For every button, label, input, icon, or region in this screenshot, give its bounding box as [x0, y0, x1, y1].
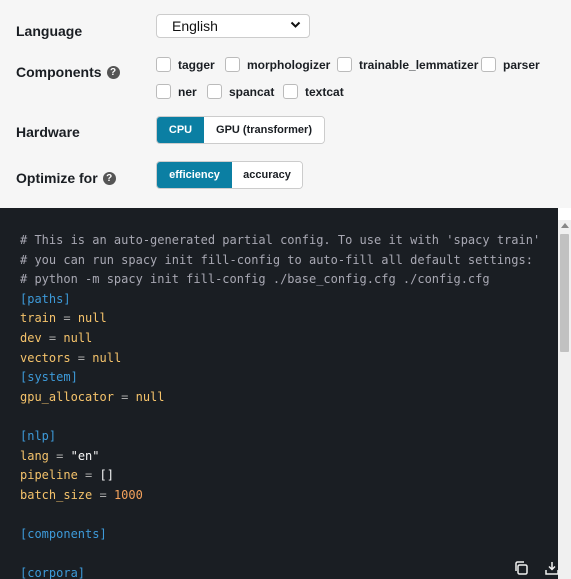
language-select[interactable]: English [156, 14, 310, 38]
component-checkbox-parser[interactable]: parser [481, 57, 540, 72]
help-icon[interactable]: ? [102, 171, 116, 185]
code-token-eq: = [70, 350, 93, 365]
checkbox-box[interactable] [283, 84, 298, 99]
language-label: Language [16, 23, 82, 39]
code-token-comment: # python -m spacy init fill-config ./bas… [20, 272, 490, 287]
components-label: Components ? [16, 64, 120, 80]
code-token-section: [nlp] [20, 428, 57, 443]
optimize-option-efficiency[interactable]: efficiency [157, 162, 232, 188]
code-line: dev = null [20, 329, 540, 349]
code-line: [components] [20, 525, 540, 545]
code-line: [corpora] [20, 564, 540, 579]
component-checkbox-morphologizer[interactable]: morphologizer [225, 57, 330, 72]
code-token-key: batch_size [20, 487, 93, 502]
checkbox-label: tagger [178, 57, 215, 72]
config-code-block: # This is an auto-generated partial conf… [0, 208, 571, 579]
download-icon[interactable] [544, 560, 560, 576]
code-line: # python -m spacy init fill-config ./bas… [20, 270, 540, 290]
hardware-toggle: CPU GPU (transformer) [156, 116, 325, 144]
hardware-option-gpu[interactable]: GPU (transformer) [204, 117, 324, 143]
hardware-label: Hardware [16, 124, 80, 140]
code-token-eq: = [48, 448, 71, 463]
checkbox-box[interactable] [337, 57, 352, 72]
code-token-section: [system] [20, 370, 78, 385]
code-line: # This is an auto-generated partial conf… [20, 231, 540, 251]
optimize-option-accuracy[interactable]: accuracy [232, 162, 302, 188]
chevron-down-icon [290, 18, 301, 35]
code-token-section: [corpora] [20, 566, 86, 579]
checkbox-box[interactable] [156, 57, 171, 72]
code-line: gpu_allocator = null [20, 388, 540, 408]
code-token-key: null [92, 350, 122, 365]
checkbox-label: ner [178, 84, 197, 99]
code-token-key: vectors [20, 350, 71, 365]
checkbox-box[interactable] [225, 57, 240, 72]
code-token-num: 1000 [113, 487, 143, 502]
quickstart-form: Language English Components ? tagger mor… [0, 0, 571, 208]
component-checkbox-spancat[interactable]: spancat [207, 84, 274, 99]
component-checkbox-tagger[interactable]: tagger [156, 57, 215, 72]
optimize-label: Optimize for ? [16, 170, 116, 186]
code-line: pipeline = [] [20, 466, 540, 486]
code-line: [nlp] [20, 427, 540, 447]
checkbox-label: spancat [229, 84, 275, 99]
components-label-text: Components [16, 64, 102, 80]
code-token-val: [] [99, 468, 114, 483]
scrollbar-thumb[interactable] [560, 234, 569, 352]
checkbox-box[interactable] [156, 84, 171, 99]
code-token-key: gpu_allocator [20, 389, 114, 404]
code-token-comment: # This is an auto-generated partial conf… [20, 233, 541, 247]
code-token-key: dev [20, 330, 42, 345]
component-checkbox-ner[interactable]: ner [156, 84, 197, 99]
copy-icon[interactable] [513, 560, 529, 576]
code-token-eq: = [56, 311, 78, 326]
code-token-eq: = [113, 389, 136, 404]
code-token-key: train [20, 311, 57, 326]
code-token-key: null [135, 389, 165, 404]
checkbox-box[interactable] [481, 57, 496, 72]
code-line: [paths] [20, 290, 540, 310]
code-token-key: pipeline [20, 468, 78, 483]
checkbox-label: morphologizer [247, 57, 331, 72]
code-token-eq: = [41, 330, 64, 345]
code-token-key: null [63, 330, 93, 345]
code-token-comment: # you can run spacy init fill-config to … [20, 252, 533, 267]
scrollbar-top [558, 208, 571, 220]
component-checkbox-textcat[interactable]: textcat [283, 84, 344, 99]
code-token-key: null [77, 311, 107, 326]
optimize-toggle: efficiency accuracy [156, 161, 303, 189]
code-token-eq: = [92, 487, 114, 502]
optimize-label-text: Optimize for [16, 170, 98, 186]
code-token-val: "en" [70, 448, 100, 463]
code-line: vectors = null [20, 349, 540, 369]
hardware-option-cpu[interactable]: CPU [157, 117, 204, 143]
code-line: [system] [20, 368, 540, 388]
config-code: # This is an auto-generated partial conf… [20, 231, 540, 579]
language-label-text: Language [16, 23, 83, 39]
checkbox-label: parser [503, 57, 540, 72]
scroll-up-arrow-icon[interactable] [561, 223, 569, 228]
code-line: # you can run spacy init fill-config to … [20, 251, 540, 271]
language-select-value: English [172, 18, 218, 34]
hardware-label-text: Hardware [16, 124, 80, 140]
help-icon[interactable]: ? [106, 65, 120, 79]
code-token-key: lang [20, 448, 49, 463]
checkbox-box[interactable] [207, 84, 222, 99]
checkbox-label: textcat [305, 84, 344, 99]
code-token-section: [paths] [20, 291, 71, 306]
code-line: lang = "en" [20, 447, 540, 467]
checkbox-label: trainable_lemmatizer [359, 57, 479, 72]
code-token-section: [components] [20, 526, 107, 541]
code-token-eq: = [77, 468, 100, 483]
code-line: batch_size = 1000 [20, 486, 540, 506]
component-checkbox-trainable-lemmatizer[interactable]: trainable_lemmatizer [337, 57, 478, 72]
code-line: train = null [20, 309, 540, 329]
